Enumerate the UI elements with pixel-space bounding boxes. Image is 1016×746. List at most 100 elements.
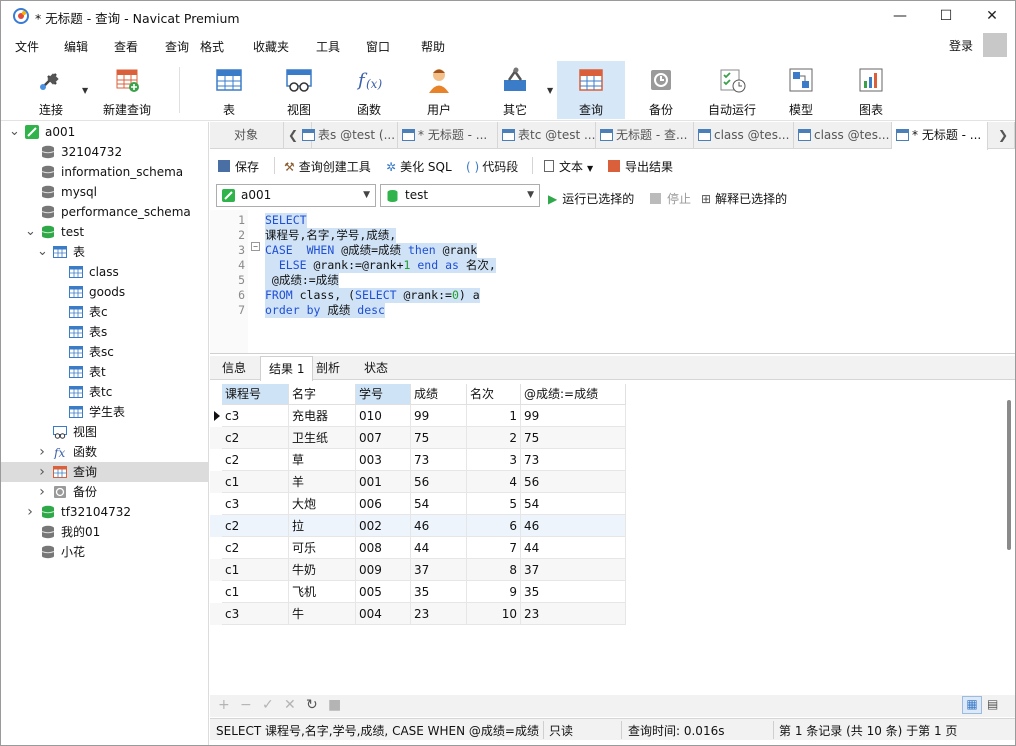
- tree-item[interactable]: 32104732: [1, 142, 208, 162]
- tree-item[interactable]: 表s: [1, 322, 208, 342]
- explain-selected-button[interactable]: ⊞ 解释已选择的: [701, 190, 787, 207]
- table-cell[interactable]: 44: [411, 537, 467, 559]
- connection-select[interactable]: a001 ▼: [216, 184, 376, 207]
- menu-tools[interactable]: 工具: [316, 38, 340, 55]
- table-cell[interactable]: 拉: [289, 515, 356, 537]
- tab-status[interactable]: 状态: [356, 356, 396, 380]
- tab-untitled-query-active[interactable]: * 无标题 - ...: [892, 122, 988, 150]
- table-cell[interactable]: 8: [467, 559, 521, 581]
- table-cell[interactable]: c2: [222, 515, 289, 537]
- user-button[interactable]: 用户: [411, 61, 467, 119]
- tree-item[interactable]: 表tc: [1, 382, 208, 402]
- table-cell[interactable]: c3: [222, 603, 289, 625]
- table-cell[interactable]: 004: [356, 603, 411, 625]
- table-cell[interactable]: 大炮: [289, 493, 356, 515]
- table-cell[interactable]: 008: [356, 537, 411, 559]
- table-cell[interactable]: 73: [521, 449, 626, 471]
- table-cell[interactable]: 飞机: [289, 581, 356, 603]
- table-cell[interactable]: 卫生纸: [289, 427, 356, 449]
- add-record-icon[interactable]: +: [218, 697, 230, 713]
- table-cell[interactable]: 草: [289, 449, 356, 471]
- tree-item[interactable]: information_schema: [1, 162, 208, 182]
- chevron-down-icon[interactable]: ⌄: [9, 122, 20, 142]
- table-cell[interactable]: 7: [467, 537, 521, 559]
- table-cell[interactable]: 5: [467, 493, 521, 515]
- chevron-right-icon[interactable]: ›: [37, 482, 47, 502]
- table-cell[interactable]: c1: [222, 581, 289, 603]
- table-cell[interactable]: 001: [356, 471, 411, 493]
- table-cell[interactable]: 23: [411, 603, 467, 625]
- table-cell[interactable]: 35: [411, 581, 467, 603]
- tree-item[interactable]: › fx 函数: [1, 442, 208, 462]
- tab-class-1[interactable]: class @tes...: [694, 122, 794, 149]
- table-cell[interactable]: 2: [467, 427, 521, 449]
- tree-item[interactable]: 视图: [1, 422, 208, 442]
- table-cell[interactable]: 006: [356, 493, 411, 515]
- table-cell[interactable]: 009: [356, 559, 411, 581]
- column-header[interactable]: @成绩:=成绩: [521, 384, 626, 405]
- table-cell[interactable]: 37: [411, 559, 467, 581]
- database-select[interactable]: test ▼: [380, 184, 540, 207]
- tab-table-tc[interactable]: 表tc @test ...: [498, 122, 596, 149]
- menu-edit[interactable]: 编辑: [64, 38, 88, 55]
- table-cell[interactable]: 005: [356, 581, 411, 603]
- column-header[interactable]: 课程号: [222, 384, 289, 405]
- table-cell[interactable]: c1: [222, 471, 289, 493]
- save-button[interactable]: 保存: [218, 158, 259, 175]
- tab-objects[interactable]: 对象: [210, 122, 284, 149]
- query-builder-button[interactable]: ⚒ 查询创建工具: [284, 158, 371, 175]
- table-cell[interactable]: 23: [521, 603, 626, 625]
- table-cell[interactable]: 充电器: [289, 405, 356, 427]
- function-button[interactable]: f (x) 函数: [341, 61, 397, 119]
- tab-untitled-query-2[interactable]: 无标题 - 查...: [596, 122, 694, 149]
- beautify-sql-button[interactable]: ✲ 美化 SQL: [386, 158, 452, 175]
- table-cell[interactable]: c2: [222, 427, 289, 449]
- new-query-button[interactable]: 新建查询: [97, 61, 157, 119]
- table-row[interactable]: c2 拉 002 46 6 46: [210, 515, 626, 537]
- table-cell[interactable]: 46: [521, 515, 626, 537]
- column-header[interactable]: 名次: [467, 384, 521, 405]
- tree-item[interactable]: 小花: [1, 542, 208, 562]
- tab-result-1[interactable]: 结果 1: [260, 356, 314, 381]
- menu-help[interactable]: 帮助: [421, 38, 445, 55]
- minimize-button[interactable]: —: [877, 1, 923, 31]
- table-cell[interactable]: c2: [222, 449, 289, 471]
- tab-untitled-query-1[interactable]: * 无标题 - ...: [398, 122, 498, 149]
- sql-editor[interactable]: 1234567 − SELECT 课程号,名字,学号,成绩, CASE WHEN @…: [210, 210, 1015, 353]
- tree-item[interactable]: ⌄ a001: [1, 122, 208, 142]
- chevron-down-icon[interactable]: ⌄: [25, 222, 36, 242]
- tab-profile[interactable]: 剖析: [308, 356, 348, 380]
- tree-item[interactable]: class: [1, 262, 208, 282]
- table-cell[interactable]: 56: [521, 471, 626, 493]
- connect-button[interactable]: 连接: [23, 61, 79, 119]
- chevron-down-icon[interactable]: ⌄: [37, 242, 48, 262]
- tab-class-2[interactable]: class @tes...: [794, 122, 892, 149]
- table-cell[interactable]: 35: [521, 581, 626, 603]
- tree-item[interactable]: ⌄ test: [1, 222, 208, 242]
- view-button[interactable]: 视图: [271, 61, 327, 119]
- table-cell[interactable]: 73: [411, 449, 467, 471]
- table-cell[interactable]: 1: [467, 405, 521, 427]
- table-cell[interactable]: 99: [521, 405, 626, 427]
- chevron-right-icon[interactable]: ›: [37, 442, 47, 462]
- maximize-button[interactable]: ☐: [923, 1, 969, 31]
- table-cell[interactable]: 007: [356, 427, 411, 449]
- form-view-icon[interactable]: ▤: [987, 697, 998, 711]
- tab-info[interactable]: 信息: [214, 356, 254, 380]
- column-header[interactable]: 名字: [289, 384, 356, 405]
- tree-item[interactable]: goods: [1, 282, 208, 302]
- grid-view-icon[interactable]: ▦: [962, 696, 982, 714]
- auto-run-button[interactable]: 自动运行: [701, 61, 763, 119]
- text-button[interactable]: 文本 ▼: [544, 158, 593, 175]
- table-cell[interactable]: 6: [467, 515, 521, 537]
- table-button[interactable]: 表: [201, 61, 257, 119]
- menu-favorites[interactable]: 收藏夹: [253, 38, 289, 55]
- close-button[interactable]: ✕: [969, 1, 1015, 31]
- tree-item[interactable]: › tf32104732: [1, 502, 208, 522]
- table-cell[interactable]: 可乐: [289, 537, 356, 559]
- tab-scroll-right[interactable]: ❯: [992, 122, 1015, 149]
- login-link[interactable]: 登录: [949, 37, 973, 54]
- table-cell[interactable]: 75: [521, 427, 626, 449]
- vertical-scrollbar[interactable]: [1007, 400, 1011, 550]
- menu-view[interactable]: 查看: [114, 38, 138, 55]
